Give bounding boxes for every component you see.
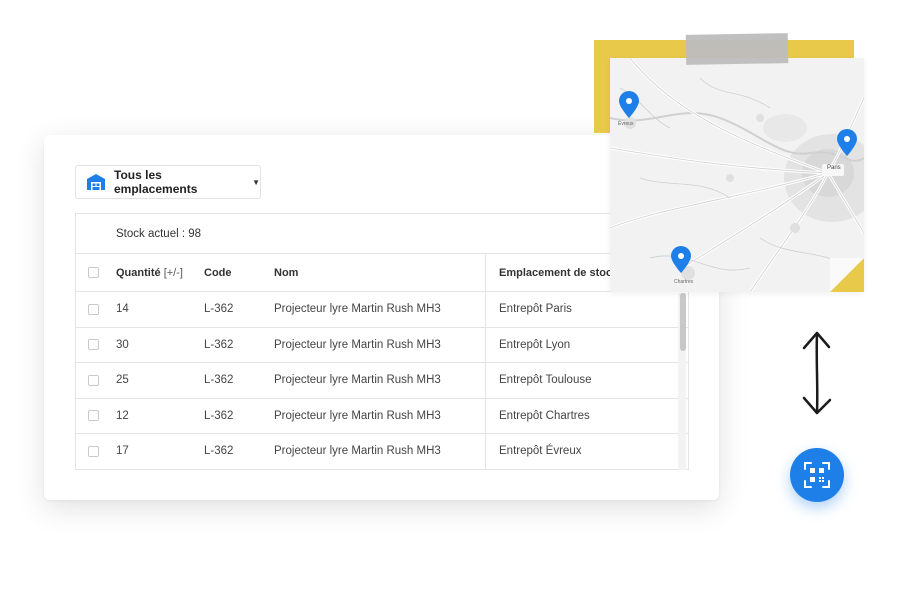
- location-dropdown[interactable]: Tous les emplacements ▼: [75, 165, 261, 199]
- warehouse-map[interactable]: Paris Évreux Chartres: [610, 58, 864, 292]
- map-pin-icon[interactable]: [836, 129, 858, 157]
- cell-code: L-362: [204, 338, 234, 351]
- stock-table: Stock actuel : 98 Quantité [+/-] Code No…: [75, 213, 689, 470]
- header-quantity[interactable]: Quantité [+/-]: [116, 267, 183, 279]
- chevron-down-icon: ▼: [252, 177, 260, 187]
- warehouse-icon: [86, 173, 106, 191]
- cell-quantity[interactable]: 14: [116, 303, 129, 315]
- cell-location: Entrepôt Paris: [499, 303, 572, 316]
- cell-quantity[interactable]: 25: [116, 374, 129, 386]
- cell-code: L-362: [204, 303, 234, 316]
- table-row[interactable]: 17 L-362 Projecteur lyre Martin Rush MH3…: [76, 434, 688, 470]
- header-location[interactable]: Emplacement de stock: [499, 267, 618, 279]
- folded-corner: [830, 258, 864, 292]
- cell-quantity[interactable]: 12: [116, 410, 129, 422]
- map-pin-icon[interactable]: [618, 91, 640, 119]
- cell-nom: Projecteur lyre Martin Rush MH3: [274, 409, 441, 422]
- cell-location: Entrepôt Lyon: [499, 338, 571, 351]
- qr-code-icon: [804, 462, 830, 488]
- cell-location: Entrepôt Toulouse: [499, 374, 592, 387]
- stock-summary: Stock actuel : 98: [76, 214, 688, 254]
- table-row[interactable]: 14 L-362 Projecteur lyre Martin Rush MH3…: [76, 292, 688, 328]
- cell-location: Entrepôt Évreux: [499, 445, 582, 458]
- header-nom[interactable]: Nom: [274, 267, 298, 279]
- header-code[interactable]: Code: [204, 267, 232, 279]
- location-dropdown-label: Tous les emplacements: [114, 168, 198, 196]
- map-pin-icon[interactable]: [670, 246, 692, 274]
- current-stock-label: Stock actuel : 98: [116, 227, 202, 240]
- map-town-label: Chartres: [674, 279, 694, 285]
- cell-quantity[interactable]: 30: [116, 339, 129, 351]
- row-checkbox[interactable]: [88, 303, 99, 315]
- row-checkbox[interactable]: [88, 374, 99, 386]
- qr-scan-button[interactable]: [790, 448, 844, 502]
- table-row[interactable]: 12 L-362 Projecteur lyre Martin Rush MH3…: [76, 399, 688, 434]
- cell-code: L-362: [204, 374, 234, 387]
- cell-location: Entrepôt Chartres: [499, 409, 590, 422]
- cell-quantity[interactable]: 17: [116, 445, 129, 457]
- cell-nom: Projecteur lyre Martin Rush MH3: [274, 303, 441, 316]
- table-header-row: Quantité [+/-] Code Nom Emplacement de s…: [76, 254, 688, 292]
- map-town-label: Évreux: [618, 121, 634, 127]
- row-checkbox[interactable]: [88, 410, 99, 422]
- table-row[interactable]: 25 L-362 Projecteur lyre Martin Rush MH3…: [76, 363, 688, 399]
- cell-code: L-362: [204, 445, 234, 458]
- map-city-label: Paris: [827, 165, 841, 171]
- table-row[interactable]: 30 L-362 Projecteur lyre Martin Rush MH3…: [76, 328, 688, 363]
- select-all-checkbox[interactable]: [88, 267, 99, 278]
- cell-nom: Projecteur lyre Martin Rush MH3: [274, 338, 441, 351]
- tape-strip: [685, 33, 789, 65]
- double-arrow-icon: [802, 331, 832, 415]
- map-roads: [610, 58, 864, 292]
- scrollbar-thumb[interactable]: [680, 293, 686, 351]
- cell-code: L-362: [204, 409, 234, 422]
- cell-nom: Projecteur lyre Martin Rush MH3: [274, 374, 441, 387]
- row-checkbox[interactable]: [88, 445, 99, 457]
- cell-nom: Projecteur lyre Martin Rush MH3: [274, 445, 441, 458]
- row-checkbox[interactable]: [88, 339, 99, 351]
